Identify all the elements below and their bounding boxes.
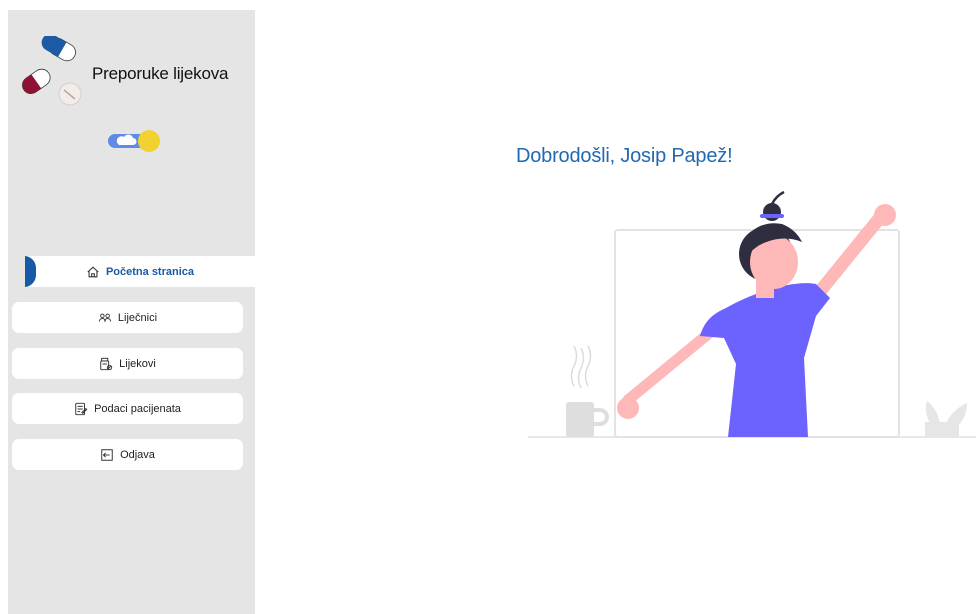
patient-data-icon	[75, 402, 88, 415]
sidebar-item-label: Podaci pacijenata	[94, 402, 181, 415]
theme-toggle[interactable]	[106, 128, 164, 156]
home-icon	[87, 265, 99, 277]
active-indicator	[25, 256, 36, 287]
celebrating-woman-illustration	[528, 190, 976, 438]
medicine-icon	[100, 357, 113, 370]
sidebar: Preporuke lijekova Početna stranica Lije…	[8, 10, 255, 614]
sidebar-item-lijecnici[interactable]: Liječnici	[12, 302, 243, 333]
sidebar-item-label: Početna stranica	[105, 265, 195, 278]
sidebar-item-label: Odjava	[120, 448, 155, 461]
sidebar-item-lijekovi[interactable]: Lijekovi	[12, 348, 243, 379]
logout-icon	[101, 448, 113, 461]
sidebar-item-label: Liječnici	[117, 311, 158, 324]
sidebar-item-label: Lijekovi	[119, 357, 156, 370]
sidebar-item-podaci-pacijenata[interactable]: Podaci pacijenata	[12, 393, 243, 424]
sidebar-item-odjava[interactable]: Odjava	[12, 439, 243, 470]
doctors-icon	[98, 313, 112, 322]
sidebar-item-pocetna-stranica[interactable]: Početna stranica	[25, 256, 255, 287]
welcome-heading: Dobrodošli, Josip Papež!	[516, 145, 733, 167]
app-title: Preporuke lijekova	[92, 64, 229, 83]
pills-logo-icon	[22, 36, 82, 106]
